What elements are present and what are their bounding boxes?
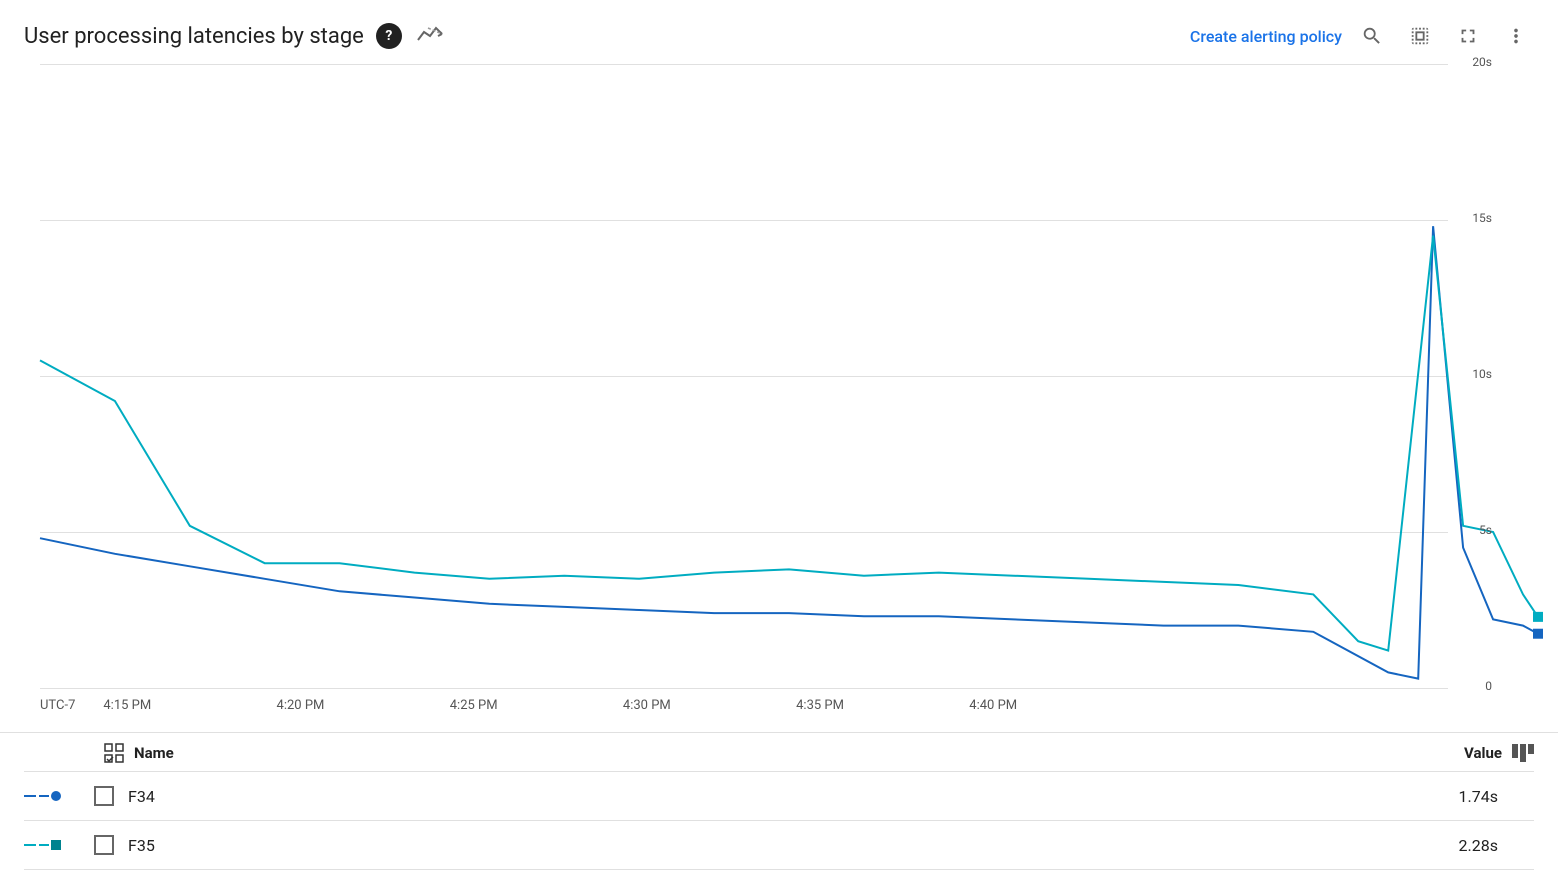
help-icon[interactable]: ? <box>376 23 402 49</box>
line-indicator-f34 <box>24 791 84 801</box>
legend-button[interactable] <box>1402 18 1438 54</box>
legend-checkbox-f34[interactable] <box>94 786 114 806</box>
grid-check-icon <box>104 743 124 763</box>
x-axis-label: 4:15 PM <box>103 698 151 713</box>
search-button[interactable] <box>1354 18 1390 54</box>
x-axis-label: 4:20 PM <box>277 698 325 713</box>
y-axis-label: 20s <box>1472 55 1498 69</box>
chart-endpoint-f35 <box>1533 612 1543 622</box>
value-column-header: Value <box>1464 744 1502 762</box>
chart-title: User processing latencies by stage <box>24 24 364 49</box>
x-axis-label: 4:40 PM <box>969 698 1017 713</box>
legend-row-f35: F352.28s <box>24 821 1534 870</box>
legend-value-header: Value <box>1464 744 1534 762</box>
y-axis-label: 0 <box>1485 679 1498 693</box>
chart-container: 05s10s15s20s UTC-74:15 PM4:20 PM4:25 PM4… <box>40 64 1498 728</box>
legend-marker-f35 <box>51 840 61 850</box>
legend-table: Name Value F341.74sF352.28s <box>0 732 1558 870</box>
legend-name-f34: F34 <box>128 787 1459 806</box>
x-axis-label: 4:35 PM <box>796 698 844 713</box>
x-axis-timezone: UTC-7 <box>40 698 75 713</box>
more-options-button[interactable] <box>1498 18 1534 54</box>
y-axis-label: 15s <box>1472 211 1498 225</box>
legend-value-f34: 1.74s <box>1459 787 1498 806</box>
legend-name-header: Name <box>104 743 1464 763</box>
y-axis-label: 5s <box>1479 523 1498 537</box>
trend-icon[interactable] <box>416 22 444 51</box>
fullscreen-button[interactable] <box>1450 18 1486 54</box>
x-axis: UTC-7 4:15 PM 4:20 PM 4:25 PM 4:30 PM 4:35 PM… <box>40 698 1448 728</box>
y-axis-label: 10s <box>1472 367 1498 381</box>
name-column-header: Name <box>134 744 174 762</box>
grid-line <box>40 688 1448 689</box>
x-axis-label: 4:25 PM <box>450 698 498 713</box>
legend-value-f35: 2.28s <box>1459 836 1498 855</box>
legend-checkbox-f35[interactable] <box>94 835 114 855</box>
legend-name-f35: F35 <box>128 836 1459 855</box>
y-axis: 05s10s15s20s <box>1448 64 1498 688</box>
chart-wrapper: 05s10s15s20s UTC-74:15 PM4:20 PM4:25 PM4… <box>0 64 1558 728</box>
chart-line-f34 <box>40 226 1538 678</box>
line-indicator-f35 <box>24 840 84 850</box>
chart-header: User processing latencies by stage ? Cre… <box>0 0 1558 64</box>
legend-rows: F341.74sF352.28s <box>24 772 1534 870</box>
legend-marker-f34 <box>51 791 61 801</box>
x-axis-label: 4:30 PM <box>623 698 671 713</box>
chart-endpoint-f34 <box>1533 629 1543 639</box>
legend-row-f34: F341.74s <box>24 772 1534 821</box>
create-alerting-policy-link[interactable]: Create alerting policy <box>1190 27 1342 46</box>
main-container: User processing latencies by stage ? Cre… <box>0 0 1558 870</box>
chart-svg <box>40 64 1538 688</box>
chart-line-f35 <box>40 236 1538 651</box>
legend-header: Name Value <box>24 733 1534 772</box>
column-display-icon[interactable] <box>1512 744 1534 762</box>
